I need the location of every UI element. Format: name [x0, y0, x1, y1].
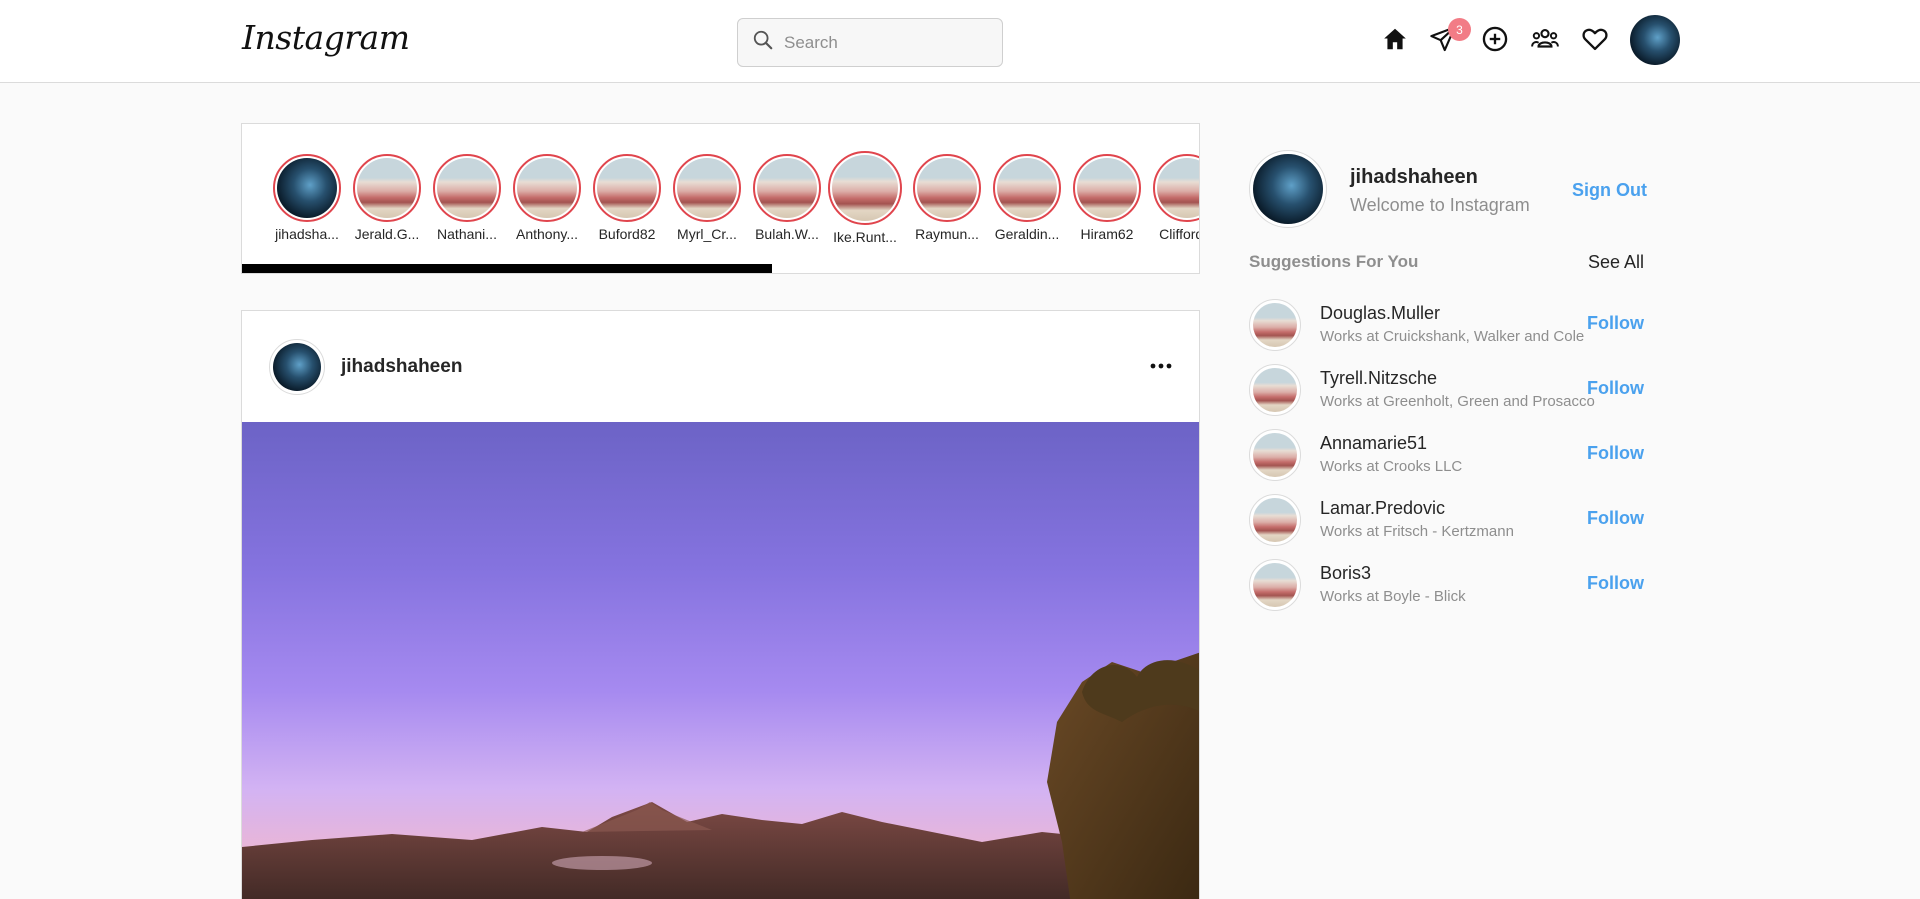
see-all-link[interactable]: See All	[1588, 252, 1644, 273]
story-username: Nathani...	[437, 226, 497, 242]
story-item[interactable]: Geraldin...	[990, 154, 1064, 242]
story-item[interactable]: Bulah.W...	[750, 154, 824, 242]
story-ring	[433, 154, 501, 222]
story-item[interactable]: Myrl_Cr...	[670, 154, 744, 242]
suggestion-username[interactable]: Tyrell.Nitzsche	[1320, 368, 1437, 389]
story-item[interactable]: Nathani...	[430, 154, 504, 242]
suggestion-username[interactable]: Annamarie51	[1320, 433, 1427, 454]
new-post-icon[interactable]	[1480, 24, 1510, 54]
story-ring	[1073, 154, 1141, 222]
home-icon[interactable]	[1380, 24, 1410, 54]
profile-avatar[interactable]	[1630, 15, 1680, 65]
current-user-avatar[interactable]	[1249, 150, 1327, 228]
story-ring	[1153, 154, 1199, 222]
story-item[interactable]: Hiram62	[1070, 154, 1144, 242]
welcome-text: Welcome to Instagram	[1350, 195, 1530, 215]
post-author-username[interactable]: jihadshaheen	[341, 356, 462, 378]
story-item[interactable]: Anthony...	[510, 154, 584, 242]
story-username: Clifford...	[1159, 226, 1199, 242]
post-author-avatar[interactable]	[269, 339, 325, 395]
follow-button[interactable]: Follow	[1587, 508, 1644, 529]
story-username: Anthony...	[515, 226, 578, 242]
story-username: Bulah.W...	[755, 226, 819, 242]
story-item[interactable]: Raymun...	[910, 154, 984, 242]
follow-button[interactable]: Follow	[1587, 573, 1644, 594]
story-ring	[673, 154, 741, 222]
feed-post: jihadshaheen	[241, 310, 1200, 899]
story-username: Jerald.G...	[354, 226, 420, 242]
story-avatar	[517, 158, 577, 218]
story-ring	[753, 154, 821, 222]
follow-button[interactable]: Follow	[1587, 443, 1644, 464]
suggestion-avatar[interactable]	[1249, 429, 1301, 481]
story-item[interactable]: Buford82	[590, 154, 664, 242]
story-avatar	[997, 158, 1057, 218]
suggestion-item: Lamar.Predovic Works at Fritsch - Kertzm…	[1249, 494, 1649, 546]
suggestion-item: Annamarie51 Works at Crooks LLC Follow	[1249, 429, 1649, 481]
post-image[interactable]	[242, 422, 1199, 899]
message-count-badge: 3	[1448, 18, 1471, 41]
story-avatar	[757, 158, 817, 218]
story-username: Hiram62	[1080, 226, 1134, 242]
suggestion-workplace: Works at Fritsch - Kertzmann	[1320, 523, 1514, 540]
follow-button[interactable]: Follow	[1587, 378, 1644, 399]
story-avatar	[1077, 158, 1137, 218]
sign-out-button[interactable]: Sign Out	[1572, 180, 1647, 201]
story-ring	[353, 154, 421, 222]
suggestion-avatar[interactable]	[1249, 559, 1301, 611]
direct-message-icon[interactable]: 3	[1428, 18, 1471, 54]
follow-button[interactable]: Follow	[1587, 313, 1644, 334]
story-avatar	[1157, 158, 1199, 218]
search-box[interactable]	[737, 18, 1003, 67]
stories-tray: jihadsha... Jerald.G... Nathani... Antho…	[241, 123, 1200, 274]
suggestions-heading: Suggestions For You	[1249, 252, 1419, 271]
story-avatar	[917, 158, 977, 218]
suggestion-workplace: Works at Greenholt, Green and Prosacco	[1320, 393, 1595, 410]
story-ring	[513, 154, 581, 222]
story-ring	[993, 154, 1061, 222]
suggestion-username[interactable]: Douglas.Muller	[1320, 303, 1440, 324]
suggestion-username[interactable]: Lamar.Predovic	[1320, 498, 1445, 519]
story-avatar	[357, 158, 417, 218]
story-ring	[913, 154, 981, 222]
story-ring	[273, 154, 341, 222]
story-avatar	[277, 158, 337, 218]
suggestion-workplace: Works at Crooks LLC	[1320, 458, 1463, 475]
current-user-username[interactable]: jihadshaheen	[1350, 166, 1478, 189]
story-username: jihadsha...	[275, 226, 339, 242]
post-header: jihadshaheen	[242, 311, 1199, 423]
story-avatar	[677, 158, 737, 218]
story-username: Geraldin...	[994, 226, 1060, 242]
suggestion-item: Boris3 Works at Boyle - Blick Follow	[1249, 559, 1649, 611]
suggestion-avatar[interactable]	[1249, 494, 1301, 546]
story-item[interactable]: jihadsha...	[270, 154, 344, 242]
story-ring	[593, 154, 661, 222]
suggestion-item: Tyrell.Nitzsche Works at Greenholt, Gree…	[1249, 364, 1649, 416]
people-icon[interactable]	[1530, 24, 1560, 54]
story-item[interactable]: Jerald.G...	[350, 154, 424, 242]
story-avatar	[832, 155, 898, 221]
suggestion-item: Douglas.Muller Works at Cruickshank, Wal…	[1249, 299, 1649, 351]
story-username: Buford82	[598, 226, 656, 242]
story-avatar	[597, 158, 657, 218]
activity-heart-icon[interactable]	[1580, 24, 1610, 54]
search-icon	[752, 29, 774, 56]
top-navigation-bar: Instagram 3	[0, 0, 1920, 83]
story-avatar	[437, 158, 497, 218]
story-username: Raymun...	[915, 226, 979, 242]
search-input[interactable]	[784, 32, 984, 53]
suggestion-avatar[interactable]	[1249, 299, 1301, 351]
story-username: Ike.Runt...	[833, 229, 897, 245]
suggestion-workplace: Works at Boyle - Blick	[1320, 588, 1466, 605]
suggestion-workplace: Works at Cruickshank, Walker and Cole	[1320, 328, 1585, 345]
suggestion-avatar[interactable]	[1249, 364, 1301, 416]
stories-scrollbar[interactable]	[242, 264, 772, 273]
story-item[interactable]: Ike.Runt...	[828, 151, 902, 245]
story-ring	[828, 151, 902, 225]
story-item[interactable]: Clifford...	[1150, 154, 1199, 242]
suggestion-username[interactable]: Boris3	[1320, 563, 1371, 584]
more-horizontal-icon[interactable]	[1149, 354, 1173, 378]
story-username: Myrl_Cr...	[677, 226, 737, 242]
instagram-logo[interactable]: Instagram	[242, 18, 410, 57]
